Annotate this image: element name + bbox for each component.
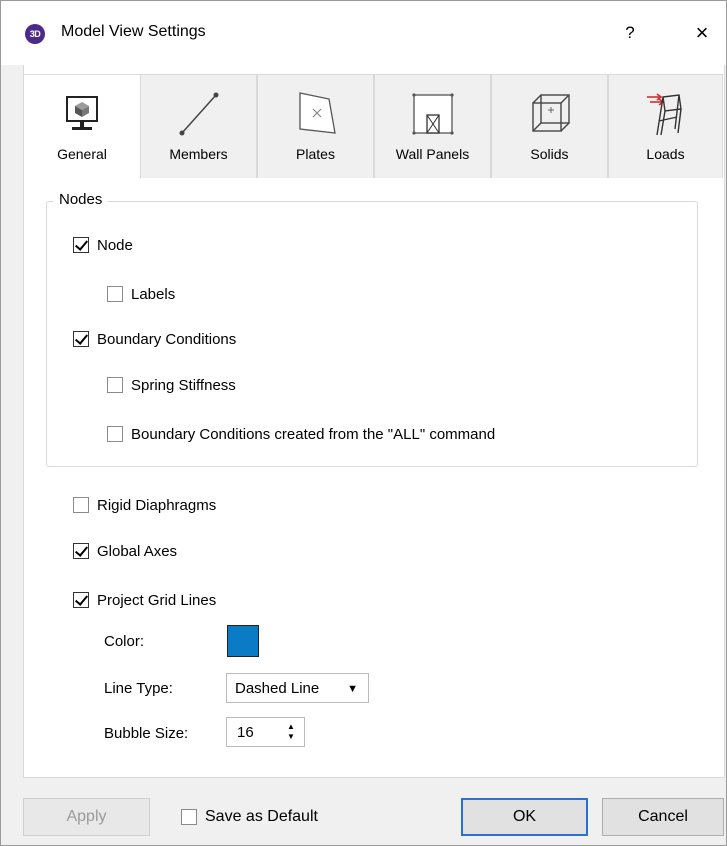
app-3d-icon: 3D [25,24,45,44]
solid-cube-icon [492,89,607,139]
tab-general[interactable]: General [23,74,141,178]
spring-stiffness-label: Spring Stiffness [131,376,236,394]
dropdown-arrow-icon: ▼ [347,683,358,695]
model-view-settings-dialog: 3D Model View Settings ? × General Membe… [0,0,727,846]
bubble-size-spinner[interactable]: 16 ▲ ▼ [226,717,305,747]
bubble-size-label: Bubble Size: [104,725,189,742]
line-type-select[interactable]: Dashed Line ▼ [226,673,369,703]
tab-label: Loads [646,146,685,162]
node-checkbox[interactable] [73,237,89,253]
project-grid-lines-label: Project Grid Lines [97,591,217,609]
help-button[interactable]: ? [617,19,643,47]
cancel-button[interactable]: Cancel [602,798,724,836]
line-type-value: Dashed Line [235,679,320,697]
rigid-diaphragms-checkbox[interactable] [73,497,89,513]
save-default-checkbox-row[interactable]: Save as Default [181,806,318,828]
apply-button[interactable]: Apply [23,798,150,836]
tab-label: Wall Panels [395,146,470,162]
member-line-icon [141,89,256,139]
global-axes-checkbox-row[interactable]: Global Axes [73,540,177,562]
title-bar: 3D Model View Settings ? × [1,1,726,65]
node-checkbox-row[interactable]: Node [73,234,133,256]
tab-label: Plates [296,146,335,162]
loads-frame-icon [609,89,722,139]
labels-checkbox-row[interactable]: Labels [107,283,175,305]
global-axes-label: Global Axes [97,542,178,560]
tab-label: Members [169,146,228,162]
window-title: Model View Settings [61,23,206,40]
tab-solids[interactable]: Solids [491,74,608,178]
tab-plates[interactable]: Plates [257,74,374,178]
color-label: Color: [104,633,145,650]
spring-stiffness-checkbox[interactable] [107,377,123,393]
global-axes-checkbox[interactable] [73,543,89,559]
tab-loads[interactable]: Loads [608,74,723,178]
ok-button[interactable]: OK [461,798,588,836]
tab-members[interactable]: Members [140,74,257,178]
tab-label: General [57,146,107,162]
rigid-diaphragms-label: Rigid Diaphragms [97,496,217,514]
boundary-conditions-label: Boundary Conditions [97,330,237,348]
grid-color-swatch[interactable] [227,625,259,657]
labels-checkbox[interactable] [107,286,123,302]
monitor-cube-icon [24,89,140,139]
boundary-conditions-checkbox[interactable] [73,331,89,347]
close-button[interactable]: × [689,19,715,47]
tab-strip: General Members Plates Wall Panels Solid… [23,74,723,178]
wall-panel-icon [375,89,490,139]
spin-up-icon[interactable]: ▲ [285,722,297,732]
save-default-label: Save as Default [205,808,318,825]
save-default-checkbox[interactable] [181,809,197,825]
spring-stiffness-checkbox-row[interactable]: Spring Stiffness [107,374,236,396]
node-label: Node [97,236,133,254]
tab-wall-panels[interactable]: Wall Panels [374,74,491,178]
spinner-arrows[interactable]: ▲ ▼ [285,722,297,742]
boundary-conditions-checkbox-row[interactable]: Boundary Conditions [73,328,236,350]
project-grid-lines-checkbox-row[interactable]: Project Grid Lines [73,589,216,611]
nodes-group-title: Nodes [53,191,109,208]
plate-icon [258,89,373,139]
line-type-label: Line Type: [104,680,173,697]
bc-all-command-checkbox[interactable] [107,426,123,442]
spin-down-icon[interactable]: ▼ [285,732,297,742]
tab-label: Solids [530,146,569,162]
rigid-diaphragms-checkbox-row[interactable]: Rigid Diaphragms [73,494,216,516]
project-grid-lines-checkbox[interactable] [73,592,89,608]
labels-label: Labels [131,285,176,303]
bubble-size-value: 16 [237,723,254,741]
bc-all-command-label: Boundary Conditions created from the "AL… [131,425,496,443]
bc-all-command-checkbox-row[interactable]: Boundary Conditions created from the "AL… [107,423,495,445]
